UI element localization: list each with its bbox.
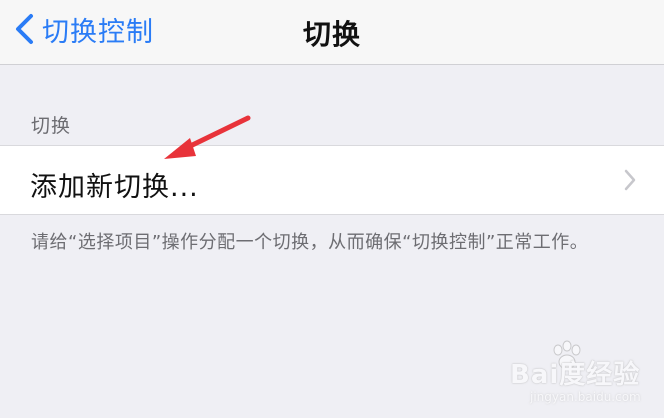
add-new-switch-label: 添加新切换... — [30, 172, 199, 203]
navigation-bar: 切换控制 切换 — [0, 0, 664, 65]
watermark-url: jingyan.baidu.com — [530, 390, 641, 404]
settings-screen: 切换控制 切换 切换 添加新切换... 请给“选择项目”操作分配一个切换，从而确… — [0, 0, 664, 418]
add-new-switch-cell[interactable]: 添加新切换... — [0, 145, 664, 215]
section-footer-note: 请给“选择项目”操作分配一个切换，从而确保“切换控制”正常工作。 — [31, 232, 589, 253]
chevron-right-icon — [624, 169, 636, 191]
page-title: 切换 — [302, 18, 361, 51]
red-arrow-icon — [164, 115, 251, 159]
section-header: 切换 — [31, 115, 72, 137]
watermark-brand: Bai度经验 — [510, 360, 641, 390]
baidu-jingyan-watermark: Bai度经验 jingyan.baidu.com — [500, 340, 650, 412]
